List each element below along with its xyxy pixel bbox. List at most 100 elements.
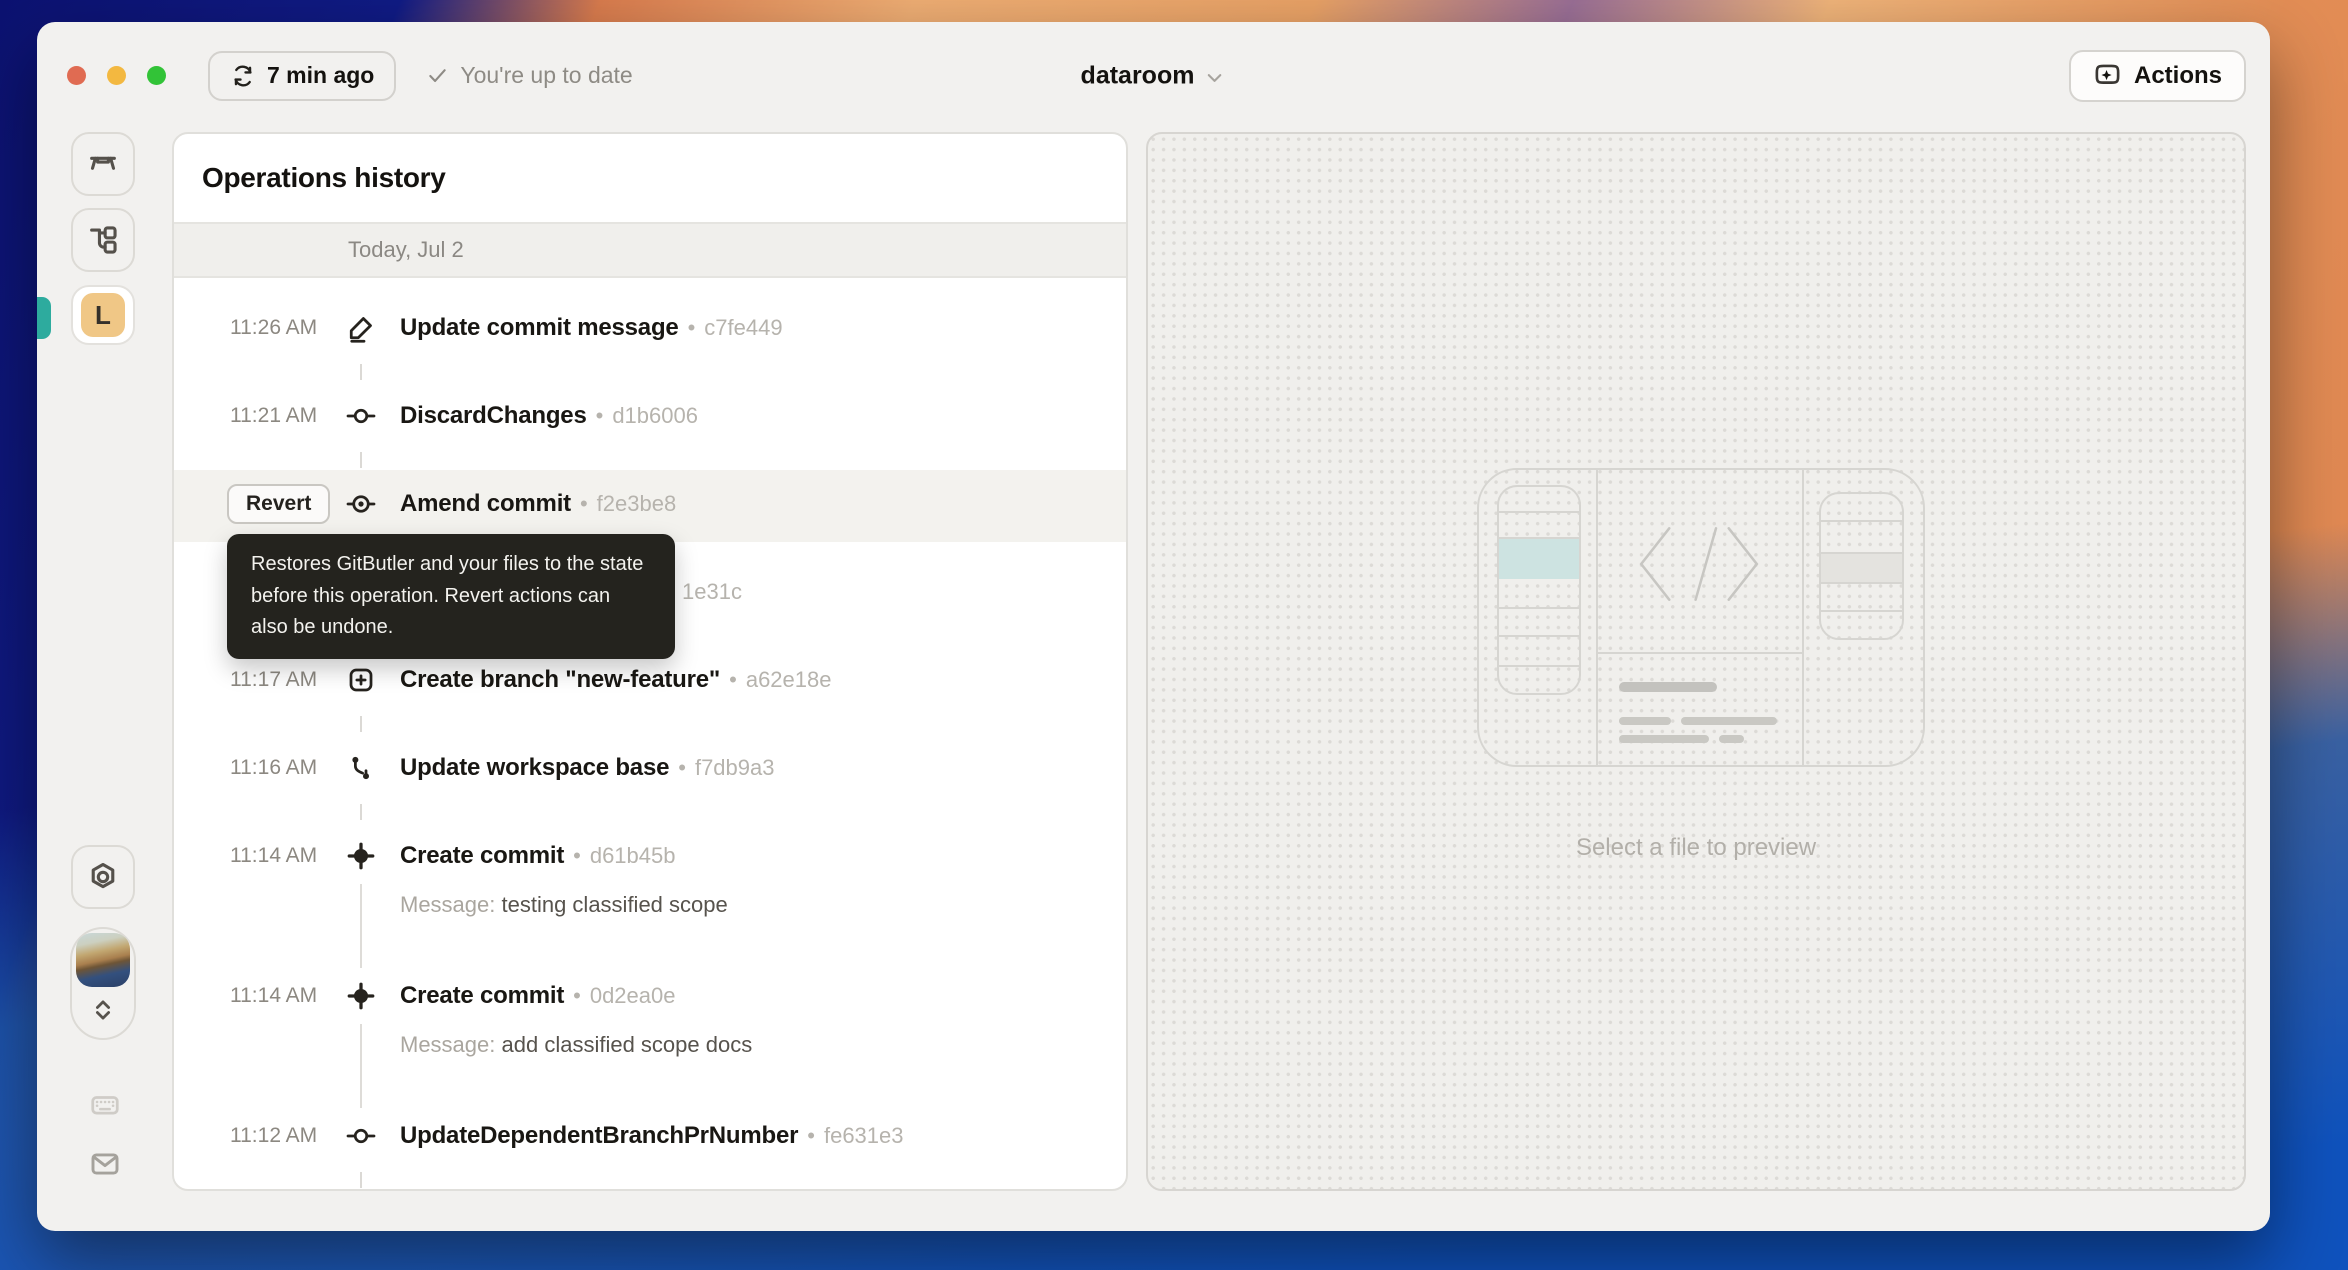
sync-status-button[interactable]: 7 min ago bbox=[208, 51, 396, 101]
close-window-button[interactable] bbox=[67, 66, 86, 85]
project-selector[interactable]: dataroom bbox=[1081, 61, 1227, 90]
illustration-side-list bbox=[1819, 492, 1904, 640]
timeline-connector bbox=[360, 716, 362, 732]
chevrons-up-down-icon bbox=[88, 993, 118, 1027]
operation-hash: d61b45b bbox=[590, 843, 676, 869]
branches-button[interactable] bbox=[71, 208, 135, 272]
minimize-window-button[interactable] bbox=[107, 66, 126, 85]
operation-row[interactable]: 11:12 AM UpdateDependentBranchPrNumber •… bbox=[174, 1114, 1126, 1191]
timeline-connector bbox=[360, 452, 362, 468]
timeline-connector bbox=[360, 804, 362, 820]
mail-icon bbox=[87, 1148, 123, 1180]
operation-row[interactable]: 11:14 AM Create commit • 0d2ea0e Message… bbox=[174, 974, 1126, 1114]
keyboard-shortcuts-button[interactable] bbox=[86, 1090, 124, 1120]
operation-title: Amend commit bbox=[400, 490, 571, 518]
message-text: add classified scope docs bbox=[502, 1032, 753, 1057]
illustration-divider bbox=[1596, 470, 1598, 765]
settings-gear-icon bbox=[86, 860, 120, 894]
illustration-divider bbox=[1596, 652, 1802, 654]
workbench-icon bbox=[86, 147, 120, 181]
operation-hash: f2e3be8 bbox=[597, 491, 677, 517]
illustration-text-bar bbox=[1619, 682, 1717, 692]
operation-title: Update workspace base bbox=[400, 754, 669, 782]
date-group-header: Today, Jul 2 bbox=[174, 222, 1126, 278]
operation-time: 11:12 AM bbox=[230, 1124, 335, 1148]
preview-placeholder-text: Select a file to preview bbox=[1148, 834, 2244, 862]
active-project-indicator bbox=[37, 297, 51, 339]
operations-history-panel: Operations history Today, Jul 2 11:26 AM… bbox=[172, 132, 1128, 1191]
separator-dot: • bbox=[580, 491, 588, 517]
user-avatar[interactable] bbox=[76, 933, 130, 987]
code-icon bbox=[1631, 517, 1767, 611]
workspace-base-icon bbox=[335, 753, 387, 783]
up-to-date-status: You're up to date bbox=[426, 62, 632, 89]
operation-message: Message: testing classified scope bbox=[400, 892, 1126, 918]
commit-icon bbox=[335, 401, 387, 431]
traffic-lights bbox=[67, 66, 166, 85]
revert-button[interactable]: Revert bbox=[227, 484, 330, 524]
operation-time: 11:14 AM bbox=[230, 844, 335, 868]
amend-icon bbox=[335, 489, 387, 519]
feedback-mail-button[interactable] bbox=[87, 1148, 123, 1180]
separator-dot: • bbox=[573, 983, 581, 1009]
desktop-wallpaper: 7 min ago You're up to date dataroom Act… bbox=[0, 0, 2348, 1270]
chevron-down-icon bbox=[1203, 66, 1226, 89]
operation-time: 11:16 AM bbox=[230, 756, 335, 780]
separator-dot: • bbox=[688, 315, 696, 341]
revert-tooltip: Restores GitButler and your files to the… bbox=[227, 534, 675, 659]
sync-label: 7 min ago bbox=[267, 62, 374, 89]
operation-row[interactable]: 11:17 AM Create branch "new-feature" • a… bbox=[174, 658, 1126, 746]
actions-sparkle-icon bbox=[2093, 61, 2122, 90]
commit-plus-icon bbox=[335, 981, 387, 1011]
operation-message: Message: add classified scope docs bbox=[400, 1032, 1126, 1058]
operation-title: Update commit message bbox=[400, 314, 679, 342]
edit-icon bbox=[335, 313, 387, 343]
project-button-active[interactable]: L bbox=[71, 285, 135, 345]
actions-button[interactable]: Actions bbox=[2069, 50, 2246, 102]
operation-hash: d1b6006 bbox=[612, 403, 698, 429]
illustration-text-bar bbox=[1619, 717, 1671, 725]
date-group-label: Today, Jul 2 bbox=[348, 237, 464, 263]
illustration-file-list bbox=[1497, 485, 1581, 695]
sync-icon bbox=[230, 63, 256, 89]
message-text: testing classified scope bbox=[502, 892, 728, 917]
keyboard-icon bbox=[86, 1090, 124, 1120]
operation-row[interactable]: 11:21 AM DiscardChanges • d1b6006 bbox=[174, 394, 1126, 482]
separator-dot: • bbox=[678, 755, 686, 781]
preview-placeholder-illustration bbox=[1477, 468, 1925, 767]
timeline-connector bbox=[360, 884, 362, 968]
operation-hash: a62e18e bbox=[746, 667, 832, 693]
commit-icon bbox=[335, 1121, 387, 1151]
operation-row[interactable]: 11:26 AM Update commit message • c7fe449 bbox=[174, 306, 1126, 394]
profile-switcher-chevrons[interactable] bbox=[88, 993, 118, 1032]
operation-title: Create branch "new-feature" bbox=[400, 666, 720, 694]
operation-title: Create commit bbox=[400, 842, 564, 870]
settings-button[interactable] bbox=[71, 845, 135, 909]
operation-row[interactable]: 11:14 AM Create commit • d61b45b Message… bbox=[174, 834, 1126, 974]
timeline-connector bbox=[360, 364, 362, 380]
operation-time: 11:26 AM bbox=[230, 316, 335, 340]
branches-icon bbox=[86, 223, 120, 257]
operation-time: 11:17 AM bbox=[230, 668, 335, 692]
operation-title: DiscardChanges bbox=[400, 402, 587, 430]
up-to-date-label: You're up to date bbox=[460, 62, 632, 89]
actions-label: Actions bbox=[2134, 62, 2222, 90]
branch-plus-icon bbox=[335, 665, 387, 695]
gitbutler-window: 7 min ago You're up to date dataroom Act… bbox=[37, 22, 2270, 1231]
message-label: Message: bbox=[400, 892, 502, 917]
timeline-connector bbox=[360, 1172, 362, 1188]
workbench-button[interactable] bbox=[71, 132, 135, 196]
operation-title: Create commit bbox=[400, 982, 564, 1010]
illustration-text-bar bbox=[1681, 717, 1777, 725]
project-name: dataroom bbox=[1081, 61, 1195, 90]
separator-dot: • bbox=[807, 1123, 815, 1149]
illustration-text-bar bbox=[1719, 735, 1744, 743]
zoom-window-button[interactable] bbox=[147, 66, 166, 85]
check-icon bbox=[426, 64, 449, 87]
operation-time: 11:14 AM bbox=[230, 984, 335, 1008]
operation-row[interactable]: 11:16 AM Update workspace base • f7db9a3 bbox=[174, 746, 1126, 834]
operation-title: UpdateDependentBranchPrNumber bbox=[400, 1122, 798, 1150]
profile-switcher[interactable] bbox=[70, 927, 136, 1040]
commit-plus-icon bbox=[335, 841, 387, 871]
operation-hash: c7fe449 bbox=[704, 315, 782, 341]
